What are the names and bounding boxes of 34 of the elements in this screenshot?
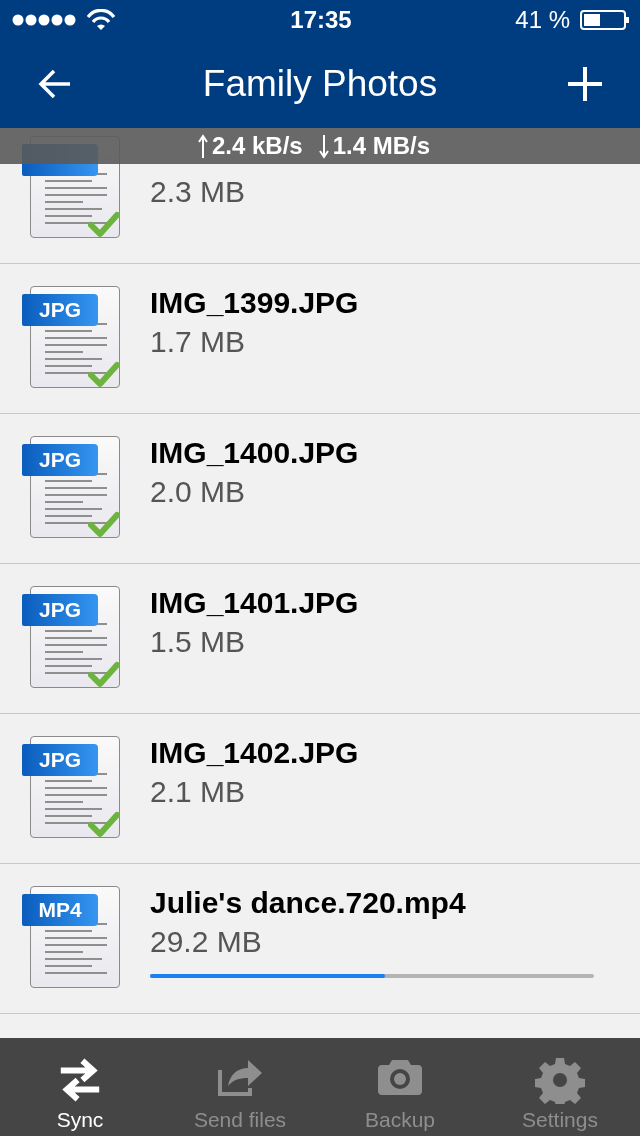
file-row[interactable]: MP4 Julie's dance.720.mp4 29.2 MB <box>0 864 640 1014</box>
plus-icon <box>566 66 604 102</box>
file-size: 1.5 MB <box>150 624 247 660</box>
file-row[interactable]: JPG IMG_1401.JPG 1.5 MB <box>0 564 640 714</box>
file-size: 2.1 MB <box>150 774 247 810</box>
file-name: IMG_1400.JPG <box>150 435 360 471</box>
file-size: 1.7 MB <box>150 324 247 360</box>
file-type-label: JPG <box>22 594 98 626</box>
status-time: 17:35 <box>290 6 352 34</box>
file-row[interactable]: JPG IMG_1402.JPG 2.1 MB <box>0 714 640 864</box>
file-type-label: MP4 <box>22 894 98 926</box>
file-name: IMG_1401.JPG <box>150 585 360 621</box>
file-name: Julie's dance.720.mp4 <box>150 885 467 921</box>
upload-arrow-icon <box>197 133 208 159</box>
download-speed: 1.4 MB/s <box>332 132 431 160</box>
battery-percent: 41 % <box>515 6 570 34</box>
file-type-label: JPG <box>22 294 98 326</box>
file-type-label: JPG <box>22 444 98 476</box>
settings-icon <box>532 1056 588 1104</box>
file-size: 2.0 MB <box>150 474 247 510</box>
file-size: 29.2 MB <box>150 924 263 960</box>
battery-icon <box>580 10 630 30</box>
tab-item[interactable]: Sync <box>0 1038 160 1136</box>
upload-speed: 2.4 kB/s <box>211 132 303 160</box>
wifi-icon <box>86 9 116 31</box>
download-arrow-icon <box>318 133 329 159</box>
file-name: IMG_1402.JPG <box>150 735 360 771</box>
file-size: 2.3 MB <box>150 174 247 210</box>
signal-icon <box>12 13 76 27</box>
file-row[interactable]: JPG IMG_1399.JPG 1.7 MB <box>0 264 640 414</box>
file-name: IMG_1399.JPG <box>150 285 360 321</box>
file-type-label: JPG <box>22 744 98 776</box>
file-row[interactable]: JPG IMG_1400.JPG 2.0 MB <box>0 414 640 564</box>
screen-title: Family Photos <box>202 63 438 105</box>
